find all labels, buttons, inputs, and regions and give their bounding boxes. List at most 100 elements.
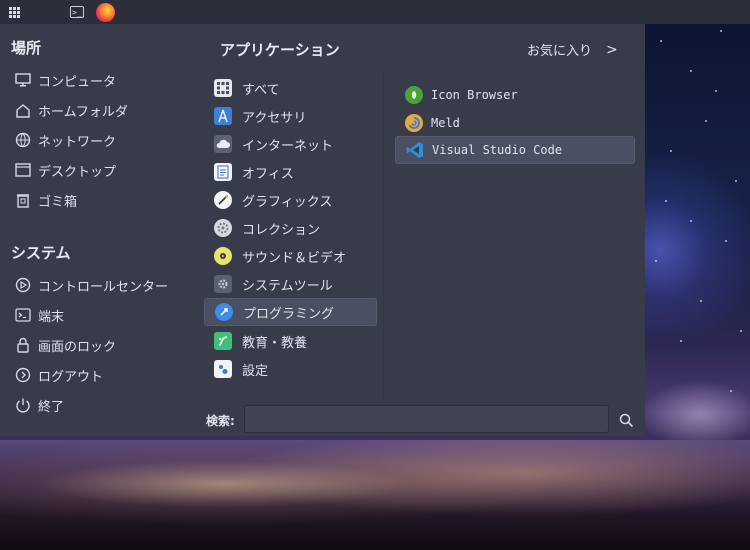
category-label: 教育・教養: [242, 335, 308, 351]
star: [725, 240, 727, 242]
computer-icon: [14, 71, 32, 89]
places-item-label: デスクトップ: [38, 164, 117, 180]
category-label: サウンド＆ビデオ: [242, 250, 347, 266]
category-accessories[interactable]: アクセサリ: [214, 103, 374, 129]
places-item-home[interactable]: ホームフォルダ: [14, 97, 194, 123]
system-item-control-center[interactable]: コントロールセンター: [14, 272, 194, 298]
places-item-trash[interactable]: ゴミ箱: [14, 187, 194, 213]
trash-icon: [14, 191, 32, 209]
category-label: プログラミング: [243, 306, 335, 322]
sound-video-icon: [214, 247, 232, 265]
category-settings[interactable]: 設定: [214, 356, 374, 382]
category-label: 設定: [242, 363, 269, 379]
app-meld[interactable]: Meld: [405, 110, 633, 136]
star: [730, 390, 732, 392]
places-item-desktop[interactable]: デスクトップ: [14, 157, 194, 183]
meld-icon: [405, 114, 423, 132]
favorites-label: お気に入り: [527, 44, 593, 59]
places-item-computer[interactable]: コンピュータ: [14, 67, 194, 93]
firefox-icon[interactable]: [94, 2, 116, 22]
category-system-tools[interactable]: システムツール: [214, 271, 374, 297]
internet-icon: [214, 135, 232, 153]
star: [705, 120, 707, 122]
category-all[interactable]: すべて: [214, 75, 374, 101]
category-collection[interactable]: コレクション: [214, 215, 374, 241]
system-item-label: 画面のロック: [38, 339, 117, 355]
category-sound-video[interactable]: サウンド＆ビデオ: [214, 243, 374, 269]
vscode-icon: [406, 141, 424, 159]
system-item-label: コントロールセンター: [38, 279, 169, 295]
power-icon: [14, 396, 32, 414]
search-icon[interactable]: [615, 409, 637, 431]
accessories-icon: [214, 107, 232, 125]
star: [680, 340, 682, 342]
terminal-icon[interactable]: >_: [68, 2, 86, 22]
system-title: システム: [11, 244, 71, 262]
app-label: Icon Browser: [431, 88, 518, 102]
search-label: 検索:: [206, 414, 235, 428]
system-item-logout[interactable]: ログアウト: [14, 362, 194, 388]
office-icon: [214, 163, 232, 181]
category-label: コレクション: [242, 222, 321, 238]
system-item-shutdown[interactable]: 終了: [14, 392, 194, 418]
app-label: Meld: [431, 116, 460, 130]
category-programming[interactable]: プログラミング: [204, 298, 377, 326]
star: [690, 70, 692, 72]
star: [740, 330, 742, 332]
lock-icon: [14, 336, 32, 354]
places-item-label: ホームフォルダ: [38, 104, 128, 120]
all-apps-icon: [214, 79, 232, 97]
terminal-icon: [14, 306, 32, 324]
icon-browser-icon: [405, 86, 423, 104]
collection-icon: [214, 219, 232, 237]
category-office[interactable]: オフィス: [214, 159, 374, 185]
star: [715, 90, 717, 92]
category-education[interactable]: 教育・教養: [214, 328, 374, 354]
star: [700, 300, 702, 302]
network-icon: [14, 131, 32, 149]
control-center-icon: [14, 276, 32, 294]
graphics-icon: [214, 191, 232, 209]
category-label: すべて: [242, 82, 280, 98]
wallpaper-city-lights: [0, 440, 750, 550]
places-item-label: コンピュータ: [38, 74, 117, 90]
category-label: システムツール: [242, 278, 333, 294]
programming-icon: [215, 303, 233, 321]
favorites-button[interactable]: お気に入り >: [527, 40, 618, 60]
system-item-lock[interactable]: 画面のロック: [14, 332, 194, 358]
app-icon-browser[interactable]: Icon Browser: [405, 82, 633, 108]
system-item-label: 端末: [38, 309, 65, 325]
places-item-label: ネットワーク: [38, 134, 117, 150]
star: [655, 260, 657, 262]
education-icon: [214, 332, 232, 350]
category-label: インターネット: [242, 138, 334, 154]
chevron-right-icon: >: [606, 41, 618, 58]
logout-icon: [14, 366, 32, 384]
star: [665, 200, 667, 202]
system-item-label: 終了: [38, 399, 65, 415]
terminal-glyph: >_: [70, 6, 84, 18]
applications-title: アプリケーション: [220, 41, 340, 59]
star: [660, 40, 662, 42]
app-label: Visual Studio Code: [432, 143, 563, 157]
star: [690, 220, 692, 222]
home-icon: [14, 101, 32, 119]
system-item-label: ログアウト: [38, 369, 104, 385]
search-input[interactable]: [244, 405, 609, 433]
places-item-label: ゴミ箱: [38, 194, 78, 210]
places-item-network[interactable]: ネットワーク: [14, 127, 194, 153]
category-label: グラフィックス: [242, 194, 333, 210]
places-title: 場所: [11, 39, 42, 57]
category-label: アクセサリ: [242, 110, 307, 126]
category-internet[interactable]: インターネット: [214, 131, 374, 157]
system-item-terminal[interactable]: 端末: [14, 302, 194, 328]
app-vscode[interactable]: Visual Studio Code: [395, 136, 635, 164]
star: [735, 180, 737, 182]
settings-icon: [214, 360, 232, 378]
top-panel: >_: [0, 0, 750, 24]
category-graphics[interactable]: グラフィックス: [214, 187, 374, 213]
application-menu: 場所 コンピュータ ホームフォルダ ネットワーク デスクトップ ゴミ箱 システム: [0, 24, 645, 436]
column-divider: [383, 74, 384, 399]
app-grid-icon[interactable]: [5, 2, 23, 22]
star: [670, 150, 672, 152]
